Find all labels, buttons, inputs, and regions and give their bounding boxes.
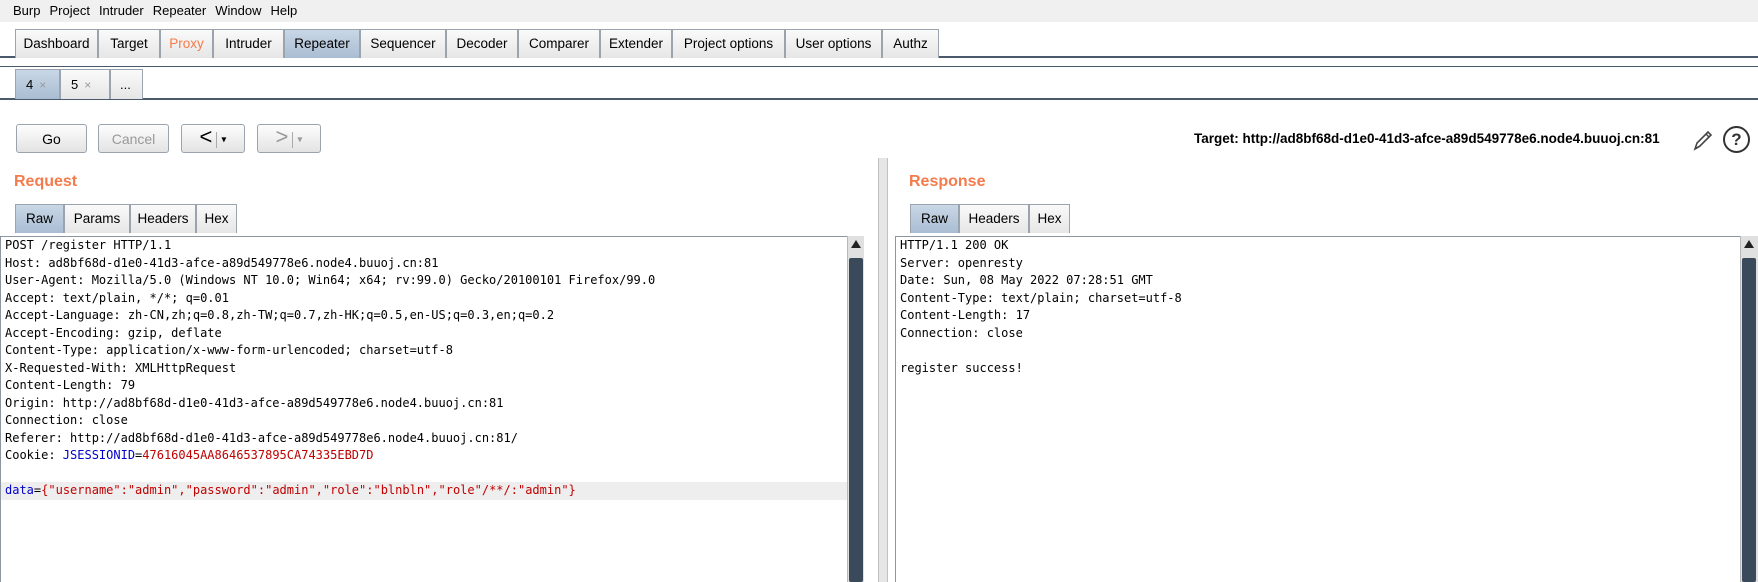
request-line: Content-Type: application/x-www-form-url… bbox=[5, 343, 453, 357]
chevron-down-icon[interactable]: ▾ bbox=[297, 134, 302, 145]
scroll-thumb[interactable] bbox=[849, 258, 863, 582]
request-tab-params[interactable]: Params bbox=[64, 204, 130, 233]
request-line: X-Requested-With: XMLHttpRequest bbox=[5, 360, 237, 375]
request-line: User-Agent: Mozilla/5.0 (Windows NT 10.0… bbox=[5, 273, 656, 287]
tab-dashboard[interactable]: Dashboard bbox=[15, 29, 98, 58]
request-line: Accept-Language: zh-CN,zh;q=0.8,zh-TW;q=… bbox=[5, 308, 555, 322]
forward-button[interactable]: > ▾ bbox=[257, 124, 321, 153]
body-value: {"username":"admin","password":"admin","… bbox=[41, 483, 576, 497]
repeater-tab-5[interactable]: 5 × bbox=[60, 69, 110, 99]
repeater-tab-label: 4 bbox=[26, 77, 34, 92]
response-title: Response bbox=[909, 173, 986, 190]
request-tab-hex[interactable]: Hex bbox=[196, 204, 237, 233]
menu-bar: Burp Project Intruder Repeater Window Help bbox=[0, 0, 1758, 22]
body-key: data bbox=[5, 483, 34, 497]
cookie-prefix: Cookie: bbox=[5, 448, 63, 462]
tab-authz[interactable]: Authz bbox=[882, 29, 939, 58]
response-tab-raw[interactable]: Raw bbox=[910, 204, 959, 233]
main-tab-bar: Dashboard Target Proxy Intruder Repeater… bbox=[0, 28, 1758, 58]
tab-target[interactable]: Target bbox=[98, 29, 160, 58]
menu-help[interactable]: Help bbox=[270, 0, 297, 18]
menu-burp[interactable]: Burp bbox=[13, 0, 40, 18]
chevron-left-icon: < bbox=[199, 124, 213, 149]
cancel-button[interactable]: Cancel bbox=[98, 124, 169, 153]
response-line: Connection: close bbox=[900, 325, 1023, 340]
cookie-line: Cookie: JSESSIONID=47616045AA8646537895C… bbox=[1, 447, 847, 465]
tab-intruder[interactable]: Intruder bbox=[213, 29, 284, 58]
help-icon[interactable]: ? bbox=[1723, 126, 1750, 153]
tab-comparer[interactable]: Comparer bbox=[518, 29, 600, 58]
tab-project-options[interactable]: Project options bbox=[672, 29, 785, 58]
request-title: Request bbox=[14, 173, 78, 190]
menu-intruder[interactable]: Intruder bbox=[99, 0, 144, 18]
response-line: HTTP/1.1 200 OK bbox=[900, 238, 1009, 252]
chevron-right-icon: > bbox=[275, 124, 289, 149]
close-icon[interactable]: × bbox=[84, 78, 91, 92]
scroll-thumb[interactable] bbox=[1742, 258, 1756, 582]
menu-window[interactable]: Window bbox=[215, 0, 261, 18]
pane-splitter[interactable] bbox=[878, 158, 888, 582]
request-line: Referer: http://ad8bf68d-d1e0-41d3-afce-… bbox=[5, 430, 518, 445]
response-editor[interactable]: HTTP/1.1 200 OK Server: openresty Date: … bbox=[895, 236, 1740, 582]
tab-user-options[interactable]: User options bbox=[785, 29, 882, 58]
response-tab-headers[interactable]: Headers bbox=[959, 204, 1029, 233]
request-scrollbar[interactable] bbox=[847, 236, 864, 582]
tab-decoder[interactable]: Decoder bbox=[446, 29, 518, 58]
response-line: Server: openresty bbox=[900, 255, 1023, 270]
cookie-value: 47616045AA8646537895CA74335EBD7D bbox=[142, 448, 374, 462]
go-button[interactable]: Go bbox=[16, 124, 87, 153]
repeater-tab-new[interactable]: ... bbox=[110, 69, 143, 99]
body-line: data={"username":"admin","password":"adm… bbox=[1, 482, 847, 500]
request-line: Content-Length: 79 bbox=[5, 378, 136, 392]
tab-sequencer[interactable]: Sequencer bbox=[360, 29, 446, 58]
menu-repeater[interactable]: Repeater bbox=[153, 0, 206, 18]
repeater-tab-label: 5 bbox=[71, 77, 79, 92]
request-tab-raw[interactable]: Raw bbox=[15, 204, 64, 233]
tab-extender[interactable]: Extender bbox=[600, 29, 672, 58]
tab-repeater[interactable]: Repeater bbox=[284, 29, 360, 58]
menu-project[interactable]: Project bbox=[49, 0, 89, 18]
response-tab-hex[interactable]: Hex bbox=[1029, 204, 1070, 233]
response-scrollbar[interactable] bbox=[1740, 236, 1758, 582]
close-icon[interactable]: × bbox=[39, 78, 46, 92]
back-button[interactable]: < ▾ bbox=[181, 124, 245, 153]
scroll-up-icon[interactable] bbox=[851, 240, 861, 248]
request-line: Origin: http://ad8bf68d-d1e0-41d3-afce-a… bbox=[5, 395, 504, 410]
request-line: Accept-Encoding: gzip, deflate bbox=[5, 325, 222, 340]
request-editor[interactable]: POST /register HTTP/1.1 Host: ad8bf68d-d… bbox=[0, 236, 847, 582]
request-line: Connection: close bbox=[5, 413, 128, 427]
scroll-up-icon[interactable] bbox=[1744, 240, 1754, 248]
response-line: register success! bbox=[900, 360, 1023, 375]
cookie-name: JSESSIONID bbox=[62, 448, 136, 462]
response-line: Content-Length: 17 bbox=[900, 308, 1031, 322]
request-line: POST /register HTTP/1.1 bbox=[5, 238, 172, 252]
repeater-tab-4[interactable]: 4 × bbox=[15, 69, 60, 99]
request-line: Accept: text/plain, */*; q=0.01 bbox=[5, 290, 229, 305]
separator bbox=[216, 132, 218, 149]
chevron-down-icon[interactable]: ▾ bbox=[221, 134, 226, 145]
pencil-icon[interactable] bbox=[1692, 128, 1714, 152]
request-tab-headers[interactable]: Headers bbox=[130, 204, 196, 233]
request-line: Host: ad8bf68d-d1e0-41d3-afce-a89d549778… bbox=[5, 255, 439, 270]
repeater-tab-bar: 4 × 5 × ... bbox=[0, 66, 1758, 100]
response-line: Date: Sun, 08 May 2022 07:28:51 GMT bbox=[900, 273, 1153, 287]
tab-proxy[interactable]: Proxy bbox=[160, 29, 213, 58]
separator bbox=[292, 132, 294, 149]
response-line: Content-Type: text/plain; charset=utf-8 bbox=[900, 290, 1182, 305]
target-label[interactable]: Target: http://ad8bf68d-d1e0-41d3-afce-a… bbox=[1194, 131, 1660, 146]
response-line bbox=[896, 342, 1740, 360]
